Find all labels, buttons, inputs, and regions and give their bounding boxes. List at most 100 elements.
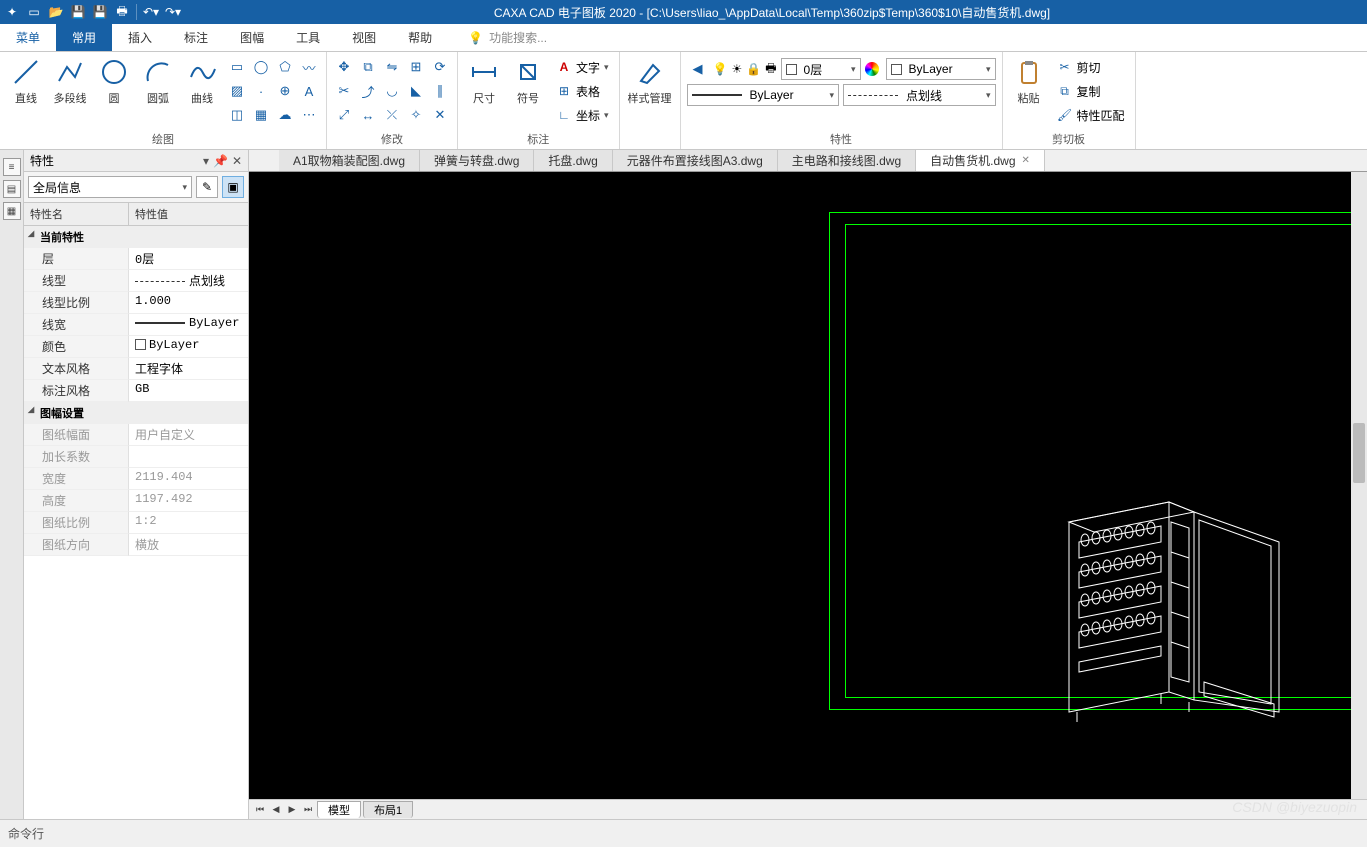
doc-tab-2[interactable]: 托盘.dwg bbox=[534, 150, 612, 171]
filter-tool1-icon[interactable]: ✎ bbox=[196, 176, 218, 198]
point-icon[interactable]: · bbox=[250, 80, 272, 102]
model-tab[interactable]: 模型 bbox=[317, 801, 361, 818]
doc-tab-0[interactable]: A1取物箱装配图.dwg bbox=[279, 150, 420, 171]
qat-save-icon[interactable]: 💾 bbox=[70, 4, 86, 20]
qat-new-icon[interactable]: ▭ bbox=[26, 4, 42, 20]
property-row[interactable]: 高度1197.492 bbox=[24, 490, 248, 512]
trim-icon[interactable]: ✂ bbox=[333, 80, 355, 102]
color-combo[interactable]: ByLayer▾ bbox=[886, 58, 996, 80]
ribbon-search[interactable]: 💡 功能搜索... bbox=[468, 24, 547, 51]
break-icon[interactable]: ⤫ bbox=[381, 104, 403, 126]
qat-redo-icon[interactable]: ↷▾ bbox=[165, 4, 181, 20]
print-icon[interactable]: 🖶 bbox=[765, 59, 776, 80]
symbol-button[interactable]: 符号 bbox=[508, 54, 548, 106]
sun-icon[interactable]: ☀ bbox=[732, 62, 743, 76]
ribbon-tab-view[interactable]: 视图 bbox=[336, 24, 392, 51]
copy-icon[interactable]: ⧉ bbox=[357, 56, 379, 78]
qat-print-icon[interactable]: 🖶 bbox=[114, 4, 130, 20]
app-icon[interactable]: ✦ bbox=[4, 4, 20, 20]
linetype-combo[interactable]: ByLayer▾ bbox=[687, 84, 840, 106]
section-current[interactable]: 当前特性 bbox=[24, 226, 248, 248]
layout1-tab[interactable]: 布局1 bbox=[363, 801, 413, 818]
close-panel-icon[interactable]: ✕ bbox=[232, 154, 242, 168]
cloud-icon[interactable]: ☁ bbox=[274, 104, 296, 126]
dock-tool-3-icon[interactable]: ▦ bbox=[3, 202, 21, 220]
move-icon[interactable]: ✥ bbox=[333, 56, 355, 78]
dimension-button[interactable]: 尺寸 bbox=[464, 54, 504, 106]
filter-combo[interactable]: 全局信息▾ bbox=[28, 176, 192, 198]
property-row[interactable]: 层0层 bbox=[24, 248, 248, 270]
doc-tab-5[interactable]: 自动售货机.dwg✕ bbox=[916, 150, 1045, 171]
doc-tab-1[interactable]: 弹簧与转盘.dwg bbox=[420, 150, 534, 171]
dock-tool-2-icon[interactable]: ▤ bbox=[3, 180, 21, 198]
polygon-icon[interactable]: ⬠ bbox=[274, 56, 296, 78]
ribbon-tab-common[interactable]: 常用 bbox=[56, 24, 112, 51]
erase-icon[interactable]: ✕ bbox=[429, 104, 451, 126]
close-tab-icon[interactable]: ✕ bbox=[1022, 155, 1030, 166]
ribbon-tab-frame[interactable]: 图幅 bbox=[224, 24, 280, 51]
wave-icon[interactable]: 〰 bbox=[298, 56, 320, 78]
fill-icon[interactable]: ▦ bbox=[250, 104, 272, 126]
offset-icon[interactable]: ∥ bbox=[429, 80, 451, 102]
circle-button[interactable]: 圆 bbox=[94, 54, 134, 106]
lineweight-combo[interactable]: 点划线▾ bbox=[843, 84, 996, 106]
ribbon-tab-help[interactable]: 帮助 bbox=[392, 24, 448, 51]
scale-icon[interactable]: ⤢ bbox=[333, 104, 355, 126]
dropdown-icon[interactable]: ▾ bbox=[203, 154, 209, 168]
layer-prev-icon[interactable]: ◀ bbox=[687, 58, 709, 80]
paste-button[interactable]: 粘贴 bbox=[1009, 54, 1049, 106]
nav-last-icon[interactable]: ⏭ bbox=[301, 803, 315, 817]
property-row[interactable]: 加长系数 bbox=[24, 446, 248, 468]
rectangle-icon[interactable]: ▭ bbox=[226, 56, 248, 78]
centerline-icon[interactable]: ⊕ bbox=[274, 80, 296, 102]
polyline-button[interactable]: 多段线 bbox=[50, 54, 90, 106]
explode-icon[interactable]: ✧ bbox=[405, 104, 427, 126]
dock-tool-1-icon[interactable]: ≡ bbox=[3, 158, 21, 176]
stretch-icon[interactable]: ↔ bbox=[357, 104, 379, 126]
array-icon[interactable]: ⊞ bbox=[405, 56, 427, 78]
table-button[interactable]: ⊞表格 bbox=[552, 80, 613, 102]
qat-undo-icon[interactable]: ↶▾ bbox=[143, 4, 159, 20]
property-row[interactable]: 图纸比例1:2 bbox=[24, 512, 248, 534]
mirror-icon[interactable]: ⇋ bbox=[381, 56, 403, 78]
hatch-icon[interactable]: ▨ bbox=[226, 80, 248, 102]
color-wheel-icon[interactable] bbox=[865, 62, 879, 76]
chamfer-icon[interactable]: ◣ bbox=[405, 80, 427, 102]
property-row[interactable]: 线型比例1.000 bbox=[24, 292, 248, 314]
vertical-scrollbar[interactable] bbox=[1351, 172, 1367, 799]
property-row[interactable]: 文本风格工程字体 bbox=[24, 358, 248, 380]
text-button[interactable]: A文字▾ bbox=[552, 56, 613, 78]
filter-tool2-icon[interactable]: ▣ bbox=[222, 176, 244, 198]
misc-icon[interactable]: ⋯ bbox=[298, 104, 320, 126]
command-line-label[interactable]: 命令行 bbox=[8, 825, 44, 842]
layer-combo[interactable]: 0层▾ bbox=[781, 58, 861, 80]
section-frame[interactable]: 图幅设置 bbox=[24, 402, 248, 424]
ribbon-tab-tools[interactable]: 工具 bbox=[280, 24, 336, 51]
property-row[interactable]: 颜色ByLayer bbox=[24, 336, 248, 358]
spline-button[interactable]: 曲线 bbox=[182, 54, 222, 106]
qat-open-icon[interactable]: 📂 bbox=[48, 4, 64, 20]
match-prop-button[interactable]: 🖌特性匹配 bbox=[1053, 104, 1129, 126]
lightbulb-icon[interactable]: 💡 bbox=[713, 62, 728, 76]
ribbon-tab-insert[interactable]: 插入 bbox=[112, 24, 168, 51]
drawing-canvas[interactable] bbox=[249, 172, 1367, 799]
nav-prev-icon[interactable]: ◀ bbox=[269, 803, 283, 817]
property-row[interactable]: 标注风格GB bbox=[24, 380, 248, 402]
extend-icon[interactable]: ⤴ bbox=[357, 80, 379, 102]
cut-button[interactable]: ✂剪切 bbox=[1053, 56, 1129, 78]
menu-button[interactable]: 菜单 bbox=[0, 24, 56, 51]
fillet-icon[interactable]: ◡ bbox=[381, 80, 403, 102]
property-row[interactable]: 宽度2119.404 bbox=[24, 468, 248, 490]
ellipse-icon[interactable]: ◯ bbox=[250, 56, 272, 78]
nav-next-icon[interactable]: ▶ bbox=[285, 803, 299, 817]
property-row[interactable]: 线型点划线 bbox=[24, 270, 248, 292]
line-button[interactable]: 直线 bbox=[6, 54, 46, 106]
qat-saveas-icon[interactable]: 💾 bbox=[92, 4, 108, 20]
rotate-icon[interactable]: ⟳ bbox=[429, 56, 451, 78]
ucs-button[interactable]: ∟坐标▾ bbox=[552, 104, 613, 126]
lock-icon[interactable]: 🔒 bbox=[746, 62, 761, 76]
property-row[interactable]: 线宽ByLayer bbox=[24, 314, 248, 336]
style-manager-button[interactable]: 样式管理 bbox=[626, 54, 674, 106]
pin-icon[interactable]: 📌 bbox=[213, 154, 228, 168]
doc-tab-3[interactable]: 元器件布置接线图A3.dwg bbox=[613, 150, 778, 171]
